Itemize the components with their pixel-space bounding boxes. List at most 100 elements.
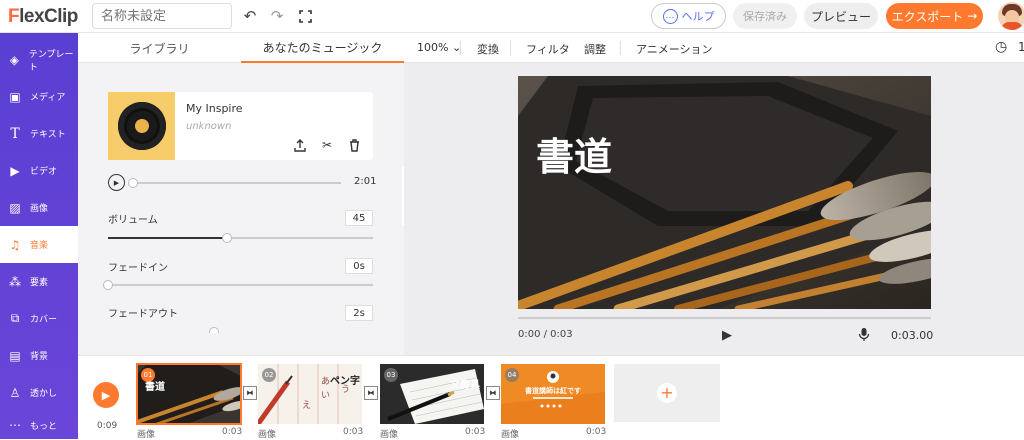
trash-icon[interactable] bbox=[347, 138, 361, 152]
fade-in-label: フェードイン bbox=[108, 263, 168, 274]
clip-type: 画像 bbox=[501, 430, 520, 440]
sidebar-item-label: 要素 bbox=[30, 278, 49, 288]
media-folder-icon: ▣ bbox=[9, 89, 21, 104]
volume-slider-fill bbox=[108, 237, 228, 239]
clip-duration: 0:03 bbox=[222, 427, 243, 437]
sidebar-item-more[interactable]: ⋯ もっと bbox=[0, 411, 78, 439]
timeline-clip[interactable]: 01 書道 bbox=[136, 363, 242, 425]
sidebar-item-music[interactable]: ♫ 音楽 bbox=[0, 226, 78, 263]
transition-icon[interactable]: ⧓ bbox=[243, 386, 257, 400]
clock-icon[interactable]: ◷ bbox=[995, 39, 1007, 55]
tool-adjust[interactable]: 調整 bbox=[584, 41, 606, 57]
chat-icon: … bbox=[662, 8, 678, 24]
microphone-icon[interactable] bbox=[858, 327, 870, 346]
clip-duration: 0:03 bbox=[343, 427, 364, 437]
volume-slider[interactable] bbox=[108, 237, 373, 239]
player-time: 0:00 / 0:03 bbox=[518, 329, 573, 340]
fade-out-value[interactable]: 2s bbox=[345, 305, 373, 321]
project-title-input[interactable] bbox=[92, 3, 232, 29]
sidebar-item-watermark[interactable]: ♙ 透かし bbox=[0, 374, 78, 411]
sidebar-item-image[interactable]: ▨ 画像 bbox=[0, 189, 78, 226]
track-play-button[interactable]: ▶ bbox=[108, 174, 125, 191]
export-button[interactable]: エクスポート → bbox=[886, 3, 983, 29]
tool-transform[interactable]: 変換 bbox=[477, 41, 499, 57]
sidebar-item-label: 画像 bbox=[30, 204, 49, 214]
export-label: エクスポート bbox=[891, 9, 964, 24]
track-progress-bar[interactable] bbox=[133, 182, 341, 184]
clip-type: 画像 bbox=[380, 430, 399, 440]
timeline-clip[interactable]: 03 文房具 bbox=[380, 364, 484, 424]
album-cover bbox=[108, 92, 175, 160]
clip-title: 文房具 bbox=[450, 380, 480, 391]
tool-filter[interactable]: フィルタ bbox=[526, 41, 570, 57]
volume-knob[interactable] bbox=[222, 233, 233, 243]
sidebar-item-label: カバー bbox=[30, 315, 58, 325]
flexclip-logo[interactable]: FlexClip bbox=[8, 6, 78, 28]
video-canvas[interactable]: 書道 bbox=[518, 76, 931, 309]
clip-duration: 0:03 bbox=[586, 427, 607, 437]
transition-icon[interactable]: ⧓ bbox=[486, 386, 500, 400]
more-icon: ⋯ bbox=[9, 418, 21, 432]
sidebar-item-label: メディア bbox=[30, 93, 66, 103]
fade-in-slider[interactable] bbox=[108, 284, 373, 286]
fade-out-slider[interactable] bbox=[108, 331, 373, 333]
sidebar-item-background[interactable]: ▤ 背景 bbox=[0, 337, 78, 374]
sidebar-item-media[interactable]: ▣ メディア bbox=[0, 78, 78, 115]
sidebar-item-cover[interactable]: ⧉ カバー bbox=[0, 300, 78, 337]
clip-number: 04 bbox=[505, 368, 519, 382]
clip-title: 書道講師は紅です bbox=[525, 387, 581, 395]
user-avatar[interactable] bbox=[998, 2, 1024, 30]
sidebar-item-label: テキスト bbox=[30, 130, 66, 140]
canvas-title-text[interactable]: 書道 bbox=[536, 126, 612, 181]
track-title: My Inspire bbox=[186, 102, 243, 115]
sidebar-item-video[interactable]: ▶ ビデオ bbox=[0, 152, 78, 189]
sidebar-item-templates[interactable]: ◈ テンプレート bbox=[0, 41, 78, 78]
timeline-play-button[interactable]: ▶ bbox=[93, 382, 119, 408]
sidebar-item-elements[interactable]: ⁂ 要素 bbox=[0, 263, 78, 300]
fade-out-knob[interactable] bbox=[209, 327, 219, 333]
preview-button[interactable]: プレビュー bbox=[804, 3, 878, 29]
upload-icon[interactable] bbox=[293, 138, 307, 152]
volume-value[interactable]: 45 bbox=[345, 210, 373, 226]
undo-icon[interactable]: ↶ bbox=[241, 7, 259, 25]
timeline-clip[interactable]: あいうえ 02 ペン字 bbox=[258, 364, 362, 424]
text-icon: T bbox=[10, 125, 20, 142]
clip-number: 03 bbox=[384, 368, 398, 382]
tab-your-music[interactable]: あなたのミュージック bbox=[241, 33, 404, 63]
music-panel: ライブラリ あなたのミュージック My Inspire unknown ✂ ▶ … bbox=[78, 33, 404, 355]
player-progress-bar[interactable] bbox=[518, 317, 931, 319]
track-progress-knob[interactable] bbox=[128, 178, 138, 188]
image-icon: ▨ bbox=[9, 200, 21, 215]
timeline-clip[interactable]: 04 書道講師は紅です bbox=[501, 364, 605, 424]
redo-icon[interactable]: ↷ bbox=[268, 7, 286, 25]
add-clip-button[interactable]: + bbox=[614, 364, 720, 422]
music-track-card[interactable]: My Inspire unknown ✂ bbox=[108, 92, 373, 160]
logo-text: lexClip bbox=[19, 6, 78, 27]
help-button[interactable]: … ヘルプ bbox=[651, 3, 726, 29]
sidebar-item-label: 音楽 bbox=[30, 241, 49, 251]
transition-icon[interactable]: ⧓ bbox=[364, 386, 378, 400]
tool-animation[interactable]: アニメーション bbox=[636, 41, 713, 57]
clip-number: 02 bbox=[262, 368, 276, 382]
scissors-icon[interactable]: ✂ bbox=[320, 138, 334, 152]
help-label: ヘルプ bbox=[681, 10, 715, 23]
track-duration: 2:01 bbox=[354, 176, 377, 187]
fullscreen-icon[interactable] bbox=[296, 7, 314, 25]
logo-initial: F bbox=[8, 6, 20, 27]
clip-duration: 0:03 bbox=[465, 427, 486, 437]
tab-library[interactable]: ライブラリ bbox=[78, 33, 241, 63]
sidebar-item-label: もっと bbox=[30, 421, 58, 432]
fade-in-knob[interactable] bbox=[103, 280, 113, 290]
play-icon: ▶ bbox=[101, 388, 111, 402]
fade-out-label: フェードアウト bbox=[108, 309, 178, 320]
zoom-select[interactable]: 100% ⌄ bbox=[417, 41, 461, 54]
sidebar-item-text[interactable]: T テキスト bbox=[0, 115, 78, 152]
sidebar-item-label: テンプレート bbox=[28, 49, 74, 73]
fade-in-value[interactable]: 0s bbox=[345, 258, 373, 274]
music-tabs: ライブラリ あなたのミュージック bbox=[78, 33, 404, 63]
play-icon[interactable]: ▶ bbox=[722, 328, 732, 343]
elements-icon: ⁂ bbox=[9, 274, 21, 289]
volume-label: ボリューム bbox=[108, 215, 158, 226]
arrow-right-icon: → bbox=[967, 9, 978, 23]
clip-type: 画像 bbox=[258, 430, 277, 440]
